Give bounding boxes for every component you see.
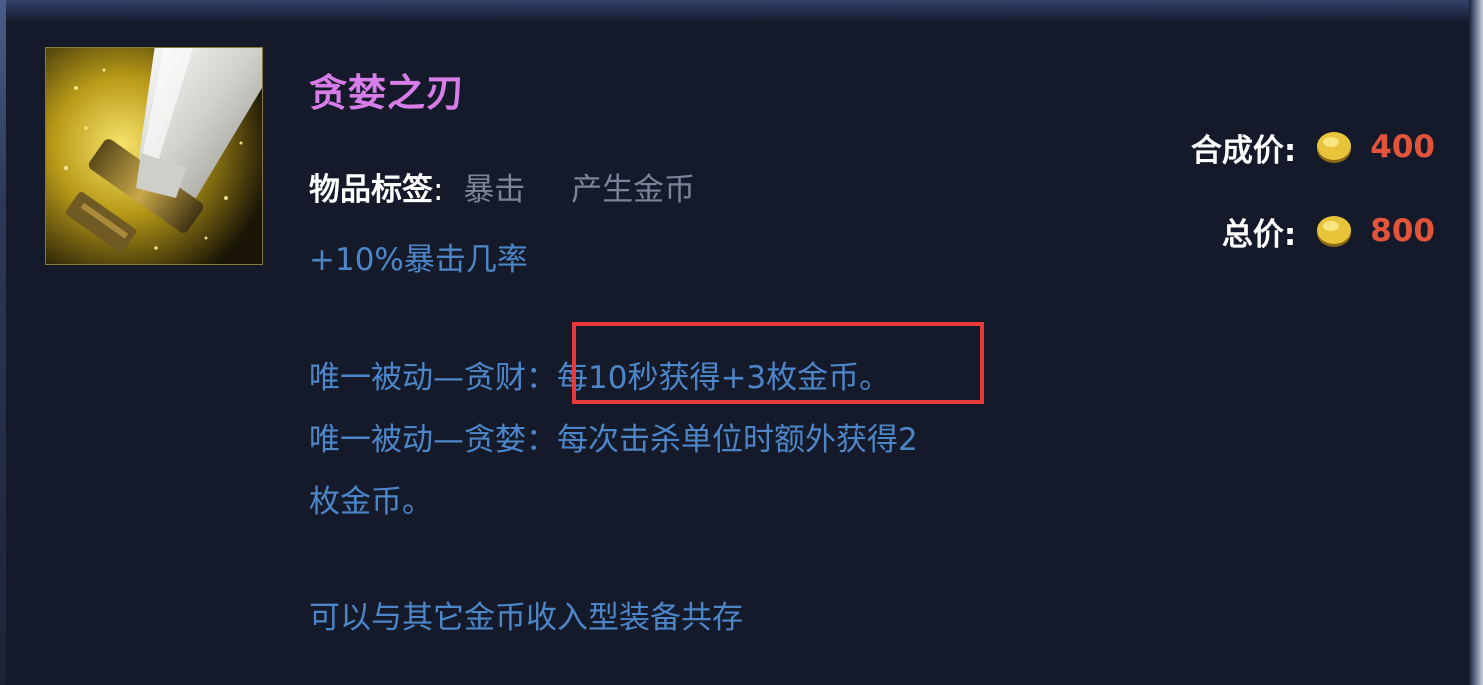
tooltip-top-border xyxy=(0,0,1483,22)
total-price-row: 总价: 800 xyxy=(1222,206,1435,256)
passive-greed-kill: 唯一被动—贪婪：每次击杀单位时额外获得2 xyxy=(309,422,918,458)
gold-coin-icon xyxy=(1317,216,1352,247)
stack-note: 可以与其它金币收入型装备共存 xyxy=(309,600,743,636)
tag-crit: 暴击 xyxy=(463,172,526,208)
item-tags: 物品标签: 暴击 产生金币 xyxy=(309,164,695,209)
tags-colon: : xyxy=(433,172,444,208)
tooltip-right-border xyxy=(1469,0,1483,685)
item-name: 贪婪之刃 xyxy=(309,71,466,115)
tags-label: 物品标签 xyxy=(309,172,433,208)
passive-1-highlight-text: 每10秒获得+3枚金币。 xyxy=(557,360,891,396)
total-price-label: 总价: xyxy=(1221,216,1297,253)
passive-greed-gold: 唯一被动—贪财：每10秒获得+3枚金币。 xyxy=(309,352,890,397)
total-price-value: 800 xyxy=(1370,213,1435,249)
sword-hilt-icon xyxy=(45,47,263,265)
tooltip-left-border xyxy=(0,0,6,685)
combine-price-label: 合成价: xyxy=(1190,132,1297,169)
combine-price-row: 合成价: 400 xyxy=(1191,122,1435,172)
passive-greed-kill-cont: 枚金币。 xyxy=(309,484,433,520)
combine-price-value: 400 xyxy=(1370,129,1435,165)
stat-crit-chance: +10%暴击几率 xyxy=(309,242,528,278)
tag-gold: 产生金币 xyxy=(571,172,696,208)
passive-1-prefix: 唯一被动—贪财： xyxy=(309,360,557,396)
gold-coin-icon xyxy=(1317,132,1352,163)
item-tooltip: 贪婪之刃 物品标签: 暴击 产生金币 +10%暴击几率 唯一被动—贪财：每10秒… xyxy=(0,0,1483,685)
